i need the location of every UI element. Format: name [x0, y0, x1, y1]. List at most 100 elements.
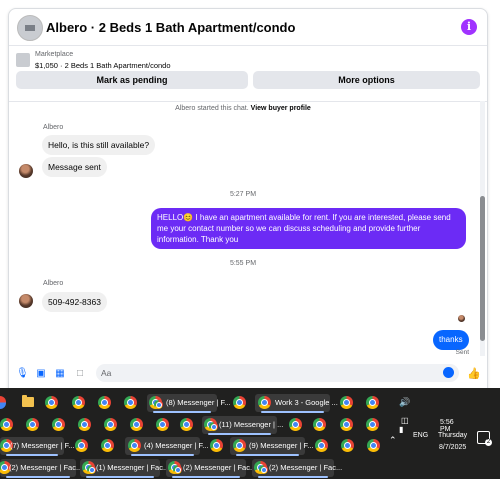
listing-description[interactable]: $1,050 · 2 Beds 1 Bath Apartment/condo	[35, 61, 171, 70]
emoji-icon[interactable]	[443, 367, 454, 378]
clock-day[interactable]: Thursday	[438, 432, 467, 439]
message-thread: Albero started this chat. View buyer pro…	[9, 102, 487, 356]
marketplace-chat-window: Albero · 2 Beds 1 Bath Apartment/condo i…	[8, 8, 488, 389]
taskbar-window[interactable]: (2) Messenger | Fac...	[0, 459, 82, 478]
chrome-icon[interactable]	[210, 439, 223, 452]
scrollbar-thumb[interactable]	[480, 196, 485, 341]
chrome-icon[interactable]	[315, 439, 328, 452]
message-input[interactable]: Aa	[96, 364, 459, 382]
timestamp: 5:55 PM	[229, 260, 257, 267]
avatar[interactable]	[19, 164, 33, 178]
outgoing-message[interactable]: thanks	[433, 330, 469, 350]
info-icon[interactable]: i	[461, 19, 477, 35]
chrome-icon[interactable]	[313, 418, 326, 431]
microphone-icon[interactable]: 🎙	[16, 369, 29, 379]
thread-scrollbar[interactable]	[480, 101, 485, 356]
sender-name: Albero	[43, 124, 64, 131]
chrome-icon[interactable]	[366, 396, 379, 409]
photo-icon[interactable]: ▣	[36, 369, 46, 379]
volume-icon[interactable]: 🔊	[399, 397, 410, 408]
messenger-icon	[209, 422, 218, 431]
message-input-placeholder: Aa	[101, 368, 112, 378]
chrome-icon	[258, 396, 271, 409]
taskbar-window-title: (2) Messenger | Fac...	[9, 463, 83, 472]
chrome-icon[interactable]	[98, 396, 111, 409]
chrome-icon[interactable]	[26, 418, 39, 431]
taskbar-window-title: (11) Messenger | ...	[219, 420, 284, 429]
incoming-message[interactable]: Hello, is this still available?	[42, 135, 156, 155]
battery-icon[interactable]: ▮	[399, 425, 403, 434]
chrome-icon[interactable]	[45, 396, 58, 409]
more-options-button[interactable]: More options	[253, 71, 480, 89]
chrome-icon[interactable]	[289, 418, 302, 431]
chrome-icon[interactable]	[104, 418, 117, 431]
chrome-icon[interactable]	[101, 439, 114, 452]
marketplace-panel: Marketplace $1,050 · 2 Beds 1 Bath Apart…	[9, 46, 487, 102]
chrome-icon[interactable]	[75, 439, 88, 452]
chrome-icon[interactable]	[341, 439, 354, 452]
taskbar-window[interactable]: (4) Messenger | F...	[125, 437, 208, 456]
taskbar-window-title: (2) Messenger | Fac...	[269, 463, 343, 472]
messenger-icon	[87, 465, 96, 474]
view-buyer-profile-link[interactable]: View buyer profile	[251, 105, 311, 112]
taskbar-window[interactable]: (2) Messenger | Fac...	[166, 459, 256, 478]
taskbar-window[interactable]: (7) Messenger | F...	[0, 437, 74, 456]
gif-icon[interactable]: □	[75, 369, 85, 379]
taskbar-window-title: Work 3 - Google ...	[275, 398, 338, 407]
chrome-icon[interactable]	[52, 418, 65, 431]
listing-image	[16, 53, 30, 67]
sender-name: Albero	[43, 280, 64, 287]
taskbar-window[interactable]: (11) Messenger | ...	[202, 416, 283, 435]
chrome-icon[interactable]	[156, 418, 169, 431]
chrome-icon[interactable]	[124, 396, 137, 409]
show-hidden-icons-chevron[interactable]: ⌃	[389, 435, 397, 446]
incoming-message[interactable]: Message sent	[42, 157, 107, 177]
chrome-icon[interactable]	[72, 396, 85, 409]
message-composer: 🎙 ▣ ▦ □ Aa 👍	[9, 355, 487, 388]
windows-taskbar: (8) Messenger | F... Work 3 - Google ...…	[0, 388, 500, 479]
listing-thumbnail[interactable]	[17, 15, 43, 41]
language-indicator[interactable]: ENG	[413, 432, 428, 439]
outgoing-message[interactable]: HELLO😊 I have an apartment available for…	[151, 208, 466, 249]
chrome-icon[interactable]	[233, 396, 246, 409]
chrome-icon	[128, 439, 141, 452]
taskbar-window-title: (9) Messenger | F...	[249, 441, 314, 450]
started-text: Albero started this chat.	[175, 105, 249, 112]
read-receipt-avatar	[458, 315, 465, 322]
taskbar-window[interactable]: (2) Messenger | Fac...	[252, 459, 342, 478]
notification-count: 2	[485, 439, 492, 446]
chat-title[interactable]: Albero · 2 Beds 1 Bath Apartment/condo	[46, 20, 295, 35]
chrome-icon	[233, 439, 246, 452]
avatar[interactable]	[19, 294, 33, 308]
clock-time[interactable]: 5:56 PM	[440, 419, 454, 433]
timestamp: 5:27 PM	[229, 191, 257, 198]
taskbar-window-title: (2) Messenger | Fac...	[183, 463, 257, 472]
chrome-icon[interactable]	[0, 418, 13, 431]
taskbar-window-title: (8) Messenger | F...	[166, 398, 231, 407]
messenger-icon	[173, 465, 182, 474]
taskbar-window-title: (7) Messenger | F...	[10, 441, 75, 450]
taskbar-window[interactable]: (9) Messenger | F...	[230, 437, 313, 456]
like-icon[interactable]: 👍	[467, 367, 481, 380]
chrome-icon[interactable]	[180, 418, 193, 431]
meet-now-icon[interactable]: ◫	[401, 416, 409, 425]
marketplace-label: Marketplace	[35, 51, 74, 58]
chrome-icon[interactable]	[130, 418, 143, 431]
notification-icon[interactable]: 2	[477, 431, 492, 446]
mark-as-pending-button[interactable]: Mark as pending	[16, 71, 248, 89]
taskbar-window[interactable]: (1) Messenger | Fac...	[80, 459, 169, 478]
sticker-icon[interactable]: ▦	[55, 369, 65, 379]
incoming-message[interactable]: 509-492-8363	[42, 292, 107, 312]
chrome-icon[interactable]	[340, 418, 353, 431]
chrome-icon[interactable]	[366, 418, 379, 431]
taskbar-window[interactable]: Work 3 - Google ...	[255, 394, 338, 413]
taskbar-window[interactable]: (8) Messenger | F...	[147, 394, 230, 413]
chat-started-notice: Albero started this chat. View buyer pro…	[9, 105, 477, 112]
app-icon[interactable]	[0, 396, 6, 409]
chrome-icon[interactable]	[340, 396, 353, 409]
chrome-icon[interactable]	[367, 439, 380, 452]
taskbar-window-title: (4) Messenger | F...	[144, 441, 209, 450]
file-explorer-icon[interactable]	[22, 395, 34, 407]
clock-date[interactable]: 8/7/2025	[439, 444, 466, 451]
chrome-icon[interactable]	[78, 418, 91, 431]
